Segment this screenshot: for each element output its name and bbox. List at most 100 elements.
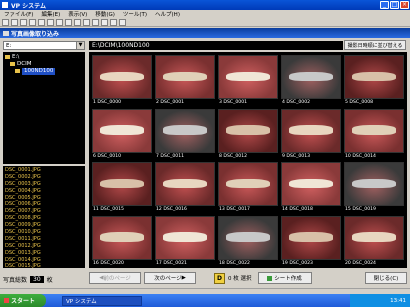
dental-photo[interactable] (92, 162, 152, 206)
create-sheet-button[interactable]: シート作成 (257, 272, 312, 284)
menu-help[interactable]: ヘルプ(H) (151, 10, 184, 18)
file-list-item[interactable]: DSC_0004.JPG (5, 188, 83, 195)
thumbnail-cell[interactable]: 17 DSC_0021 (154, 215, 216, 268)
dental-photo[interactable] (92, 215, 152, 260)
tree-item-root[interactable]: E:\ (5, 54, 83, 61)
tree-item-100nd100[interactable]: 100ND100 (5, 68, 83, 75)
thumbnail-caption: 20 DSC_0024 (343, 261, 405, 267)
dental-photo[interactable] (344, 162, 404, 206)
menu-view[interactable]: 表示(V) (64, 10, 91, 18)
thumbnail-cell[interactable]: 9 DSC_0013 (280, 108, 342, 161)
folder-tree[interactable]: E:\ DCIM 100ND100 (3, 52, 85, 164)
thumbnail-cell[interactable]: 13 DSC_0017 (217, 161, 279, 214)
thumbnail-filename: DSC_0001 (160, 100, 185, 105)
thumbnail-filename: DSC_0015 (100, 207, 124, 212)
dental-photo[interactable] (218, 162, 278, 206)
thumbnail-cell[interactable]: 1 DSC_0000 (91, 54, 153, 107)
thumbnail-cell[interactable]: 5 DSC_0008 (343, 54, 405, 107)
thumbnail-cell[interactable]: 18 DSC_0022 (217, 215, 279, 268)
menu-go[interactable]: 移動(G) (91, 10, 119, 18)
toolbar-copy-icon[interactable] (47, 18, 54, 26)
toolbar-new-icon[interactable] (2, 18, 9, 26)
file-list-item[interactable]: DSC_0001.JPG (5, 167, 83, 174)
file-list-item[interactable]: DSC_0012.JPG (5, 243, 83, 250)
dental-photo[interactable] (218, 108, 278, 153)
dental-photo[interactable] (218, 55, 278, 99)
menu-tools[interactable]: ツール(T) (119, 10, 151, 18)
dental-photo[interactable] (344, 108, 404, 153)
taskbar-item-vp-system[interactable]: VP システム (62, 295, 142, 306)
maximize-button[interactable]: □ (390, 1, 399, 9)
thumbnail-cell[interactable]: 20 DSC_0024 (343, 215, 405, 268)
folder-icon (10, 61, 15, 66)
menu-edit[interactable]: 編集(E) (37, 10, 64, 18)
thumbnail-cell[interactable]: 8 DSC_0012 (217, 108, 279, 161)
thumbnail-cell[interactable]: 19 DSC_0023 (280, 215, 342, 268)
toolbar-list-icon[interactable] (92, 18, 99, 26)
dental-photo[interactable] (281, 55, 341, 99)
prev-page-button[interactable]: ◀ 前のページ (89, 272, 141, 284)
file-list-item[interactable]: DSC_0013.JPG (5, 250, 83, 257)
toolbar-help-icon[interactable] (119, 18, 126, 26)
dental-photo[interactable] (281, 162, 341, 206)
toolbar-grid-icon[interactable] (83, 18, 90, 26)
thumbnail-cell[interactable]: 3 DSC_0001 (217, 54, 279, 107)
file-list-item[interactable]: DSC_0008.JPG (5, 215, 83, 222)
chevron-down-icon[interactable]: ▼ (76, 42, 84, 49)
photo-count-unit: 枚 (46, 276, 53, 284)
dental-photo[interactable] (281, 108, 341, 153)
dental-photo[interactable] (155, 215, 215, 260)
thumbnail-filename: DSC_0002 (286, 100, 311, 105)
dental-photo[interactable] (155, 108, 215, 153)
file-list-item[interactable]: DSC_0007.JPG (5, 208, 83, 215)
toolbar-open-icon[interactable] (11, 18, 18, 26)
thumbnail-cell[interactable]: 4 DSC_0002 (280, 54, 342, 107)
file-list-item[interactable]: DSC_0015.JPG (5, 263, 83, 268)
dental-photo[interactable] (155, 55, 215, 99)
close-button[interactable]: 閉じる(C) (365, 272, 407, 284)
dental-photo[interactable] (344, 215, 404, 260)
toolbar-save-icon[interactable] (20, 18, 27, 26)
file-list-item[interactable]: DSC_0005.JPG (5, 195, 83, 202)
thumbnail-cell[interactable]: 2 DSC_0001 (154, 54, 216, 107)
file-list-item[interactable]: DSC_0010.JPG (5, 229, 83, 236)
toolbar-paste-icon[interactable] (56, 18, 63, 26)
file-list-item[interactable]: DSC_0009.JPG (5, 222, 83, 229)
thumbnail-cell[interactable]: 15 DSC_0019 (343, 161, 405, 214)
file-list-item[interactable]: DSC_0011.JPG (5, 236, 83, 243)
dental-photo[interactable] (92, 108, 152, 153)
file-list[interactable]: DSC_0001.JPG DSC_0002.JPG DSC_0003.JPG DSC_… (3, 166, 85, 268)
close-window-button[interactable]: × (400, 1, 409, 9)
toolbar-image-icon[interactable] (74, 18, 81, 26)
minimize-button[interactable]: _ (380, 1, 389, 9)
toolbar-folder-icon[interactable] (101, 18, 108, 26)
dental-photo[interactable] (281, 215, 341, 260)
toolbar-print-icon[interactable] (29, 18, 36, 26)
start-button[interactable]: スタート (0, 294, 46, 307)
sort-by-date-button[interactable]: 撮影日時順に並び替える (344, 40, 406, 50)
file-list-item[interactable]: DSC_0006.JPG (5, 201, 83, 208)
menu-file[interactable]: ファイル(F) (0, 10, 37, 18)
dental-photo[interactable] (92, 55, 152, 99)
drive-select[interactable]: E: ▼ (3, 41, 85, 50)
toolbar-cut-icon[interactable] (38, 18, 45, 26)
thumbnail-cell[interactable]: 12 DSC_0016 (154, 161, 216, 214)
thumbnail-cell[interactable]: 16 DSC_0020 (91, 215, 153, 268)
dental-photo[interactable] (344, 55, 404, 99)
file-list-item[interactable]: DSC_0003.JPG (5, 181, 83, 188)
toolbar-camera-icon[interactable] (65, 18, 72, 26)
next-page-button[interactable]: 次のページ ▶ (144, 272, 196, 284)
thumbnail-cell[interactable]: 7 DSC_0011 (154, 108, 216, 161)
thumbnail-cell[interactable]: 11 DSC_0015 (91, 161, 153, 214)
thumbnail-filename: DSC_0022 (226, 260, 250, 266)
thumbnail-cell[interactable]: 10 DSC_0014 (343, 108, 405, 161)
thumbnail-cell[interactable]: 6 DSC_0010 (91, 108, 153, 161)
dental-photo[interactable] (155, 162, 215, 206)
thumbnail-caption: 4 DSC_0002 (280, 100, 342, 106)
file-list-item[interactable]: DSC_0014.JPG (5, 257, 83, 264)
tree-item-dcim[interactable]: DCIM (5, 61, 83, 68)
thumbnail-cell[interactable]: 14 DSC_0018 (280, 161, 342, 214)
dental-photo[interactable] (218, 215, 278, 260)
toolbar-delete-icon[interactable] (110, 18, 117, 26)
file-list-item[interactable]: DSC_0002.JPG (5, 174, 83, 181)
